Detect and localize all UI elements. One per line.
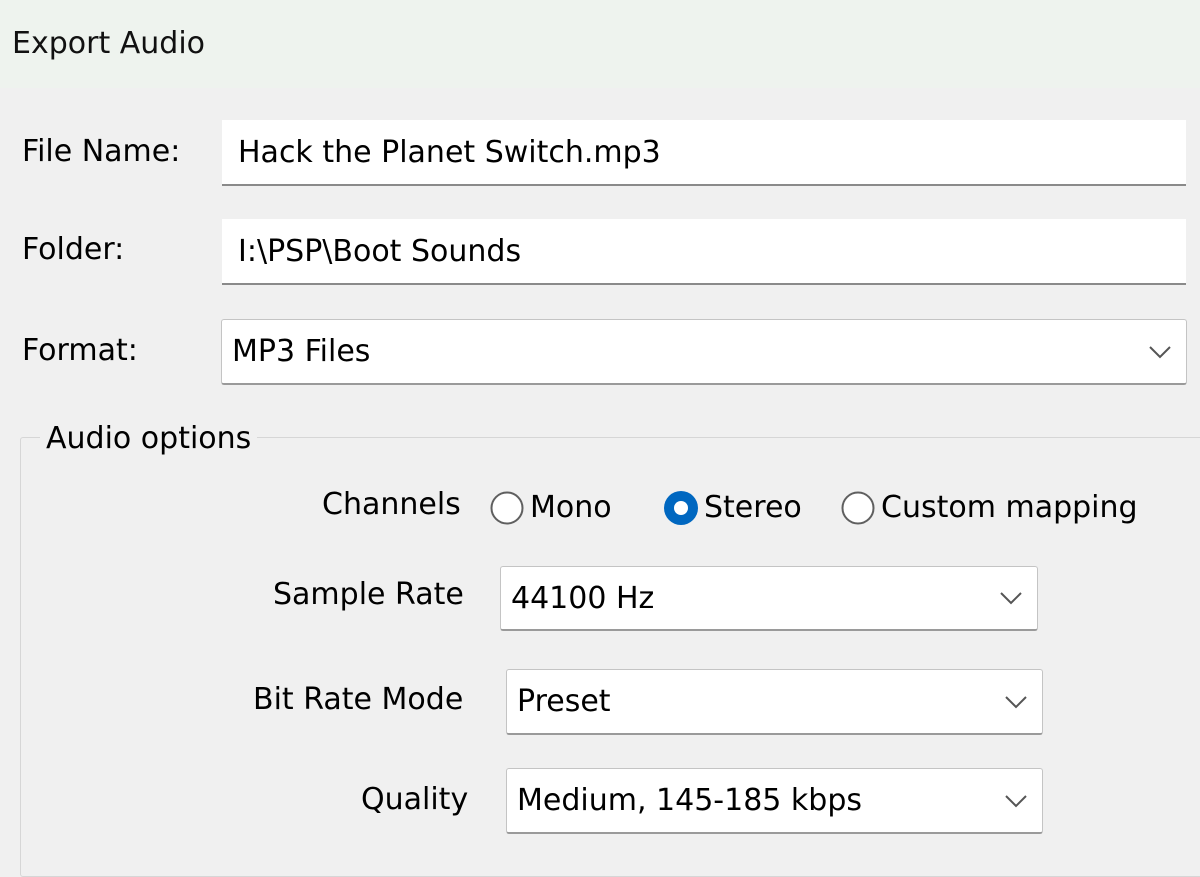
radio-selected-icon <box>664 490 698 525</box>
bit-rate-mode-value: Preset <box>517 684 611 719</box>
title-bar: Export Audio <box>0 0 1200 88</box>
format-dropdown[interactable]: MP3 Files <box>221 319 1187 385</box>
sample-rate-label: Sample Rate <box>273 577 464 612</box>
format-label: Format: <box>22 333 138 368</box>
quality-value: Medium, 145-185 kbps <box>517 783 862 818</box>
folder-field[interactable]: I:\PSP\Boot Sounds <box>222 219 1186 285</box>
quality-label: Quality <box>361 782 469 817</box>
channel-mono-radio[interactable]: Mono <box>490 490 612 525</box>
channel-stereo-label: Stereo <box>704 490 802 525</box>
window-title: Export Audio <box>12 26 206 61</box>
file-name-field[interactable]: Hack the Planet Switch.mp3 <box>222 120 1186 186</box>
chevron-down-icon <box>1005 695 1027 708</box>
chevron-down-icon <box>1149 345 1171 358</box>
channels-label: Channels <box>322 487 461 522</box>
bit-rate-mode-dropdown[interactable]: Preset <box>506 669 1043 735</box>
chevron-down-icon <box>1005 794 1027 807</box>
channel-custom-mapping-label: Custom mapping <box>881 490 1138 525</box>
sample-rate-dropdown[interactable]: 44100 Hz <box>500 566 1038 631</box>
chevron-down-icon <box>1000 592 1022 605</box>
audio-options-title: Audio options <box>40 421 258 456</box>
channel-stereo-radio[interactable]: Stereo <box>664 490 802 525</box>
quality-dropdown[interactable]: Medium, 145-185 kbps <box>506 768 1043 834</box>
file-name-label: File Name: <box>22 134 181 169</box>
radio-unselected-icon <box>490 491 524 524</box>
sample-rate-value: 44100 Hz <box>511 580 655 616</box>
channel-custom-mapping-radio[interactable]: Custom mapping <box>841 490 1138 525</box>
radio-unselected-icon <box>841 491 875 524</box>
format-value: MP3 Files <box>232 334 371 369</box>
channel-mono-label: Mono <box>530 490 612 525</box>
folder-label: Folder: <box>22 232 125 267</box>
bit-rate-mode-label: Bit Rate Mode <box>253 682 464 717</box>
